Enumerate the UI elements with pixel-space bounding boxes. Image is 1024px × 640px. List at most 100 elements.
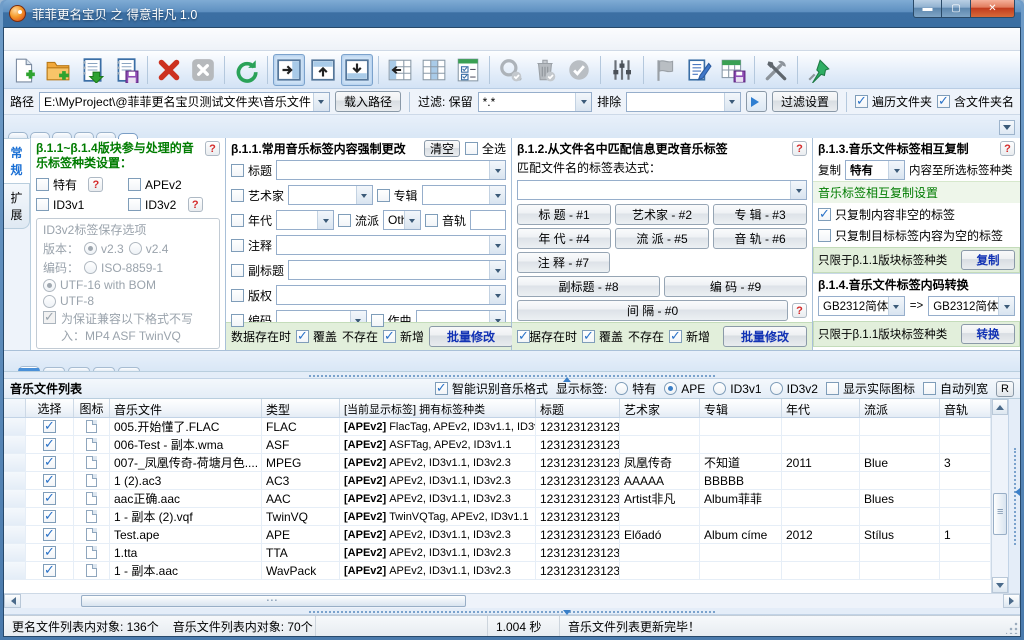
- minimize-button[interactable]: ▬: [913, 0, 942, 18]
- row-checkbox[interactable]: [43, 492, 56, 505]
- tag-comment-button[interactable]: 注 释 - #7: [517, 252, 610, 273]
- header-genre[interactable]: 流派: [860, 399, 940, 417]
- scroll-down-icon[interactable]: [992, 577, 1008, 593]
- header-year[interactable]: 年代: [782, 399, 860, 417]
- sub-tab[interactable]: [118, 367, 140, 371]
- horizontal-splitter[interactable]: [4, 372, 1020, 379]
- menu-item[interactable]: [116, 36, 134, 42]
- table-row[interactable]: 1 - 副本 (2).vqf TwinVQ [APEv2]TwinVQTag, …: [4, 508, 991, 526]
- select-all-checkbox[interactable]: 全选: [465, 140, 506, 157]
- tag-album-button[interactable]: 专 辑 - #3: [713, 204, 807, 225]
- encoding-to-combo[interactable]: GB2312简体: [928, 296, 1015, 316]
- year-checkbox[interactable]: [231, 214, 244, 227]
- batch-modify-button[interactable]: 批量修改: [723, 326, 807, 347]
- apply-filter-button[interactable]: [746, 91, 767, 112]
- tab-general[interactable]: 常规: [4, 138, 30, 184]
- sub-tab[interactable]: [68, 367, 90, 371]
- convert-button[interactable]: 转换: [961, 324, 1015, 344]
- dock-down-button[interactable]: [341, 54, 373, 86]
- encoding-from-combo[interactable]: GB2312简体: [818, 296, 905, 316]
- tab-overflow-button[interactable]: [999, 120, 1015, 135]
- show-tag-radio[interactable]: ID3v1: [713, 380, 761, 397]
- tools-button[interactable]: [760, 54, 792, 86]
- expression-combo[interactable]: [517, 180, 807, 200]
- row-checkbox[interactable]: [43, 564, 56, 577]
- import-list-button[interactable]: [76, 54, 108, 86]
- menu-item[interactable]: [44, 36, 62, 42]
- filter-settings-button[interactable]: 过滤设置: [772, 91, 838, 112]
- vertical-splitter[interactable]: [1008, 399, 1020, 593]
- horizontal-scrollbar[interactable]: [4, 593, 1020, 608]
- save-table-button[interactable]: [717, 54, 749, 86]
- header-track[interactable]: 音轨: [940, 399, 991, 417]
- tag-track-button[interactable]: 音 轨 - #6: [713, 228, 807, 249]
- clear-button[interactable]: 清空: [424, 140, 460, 157]
- sub-tab[interactable]: [93, 367, 115, 371]
- subtitle-combo[interactable]: [288, 260, 506, 280]
- header-type[interactable]: 类型: [262, 399, 340, 417]
- comment-checkbox[interactable]: [231, 239, 244, 252]
- main-tab[interactable]: [96, 132, 116, 138]
- help-icon[interactable]: ?: [188, 197, 203, 212]
- table-row[interactable]: 1 (2).ac3 AC3 [APEv2]APEv2, ID3v1.1, ID3…: [4, 472, 991, 490]
- tab-extended[interactable]: 扩展: [4, 183, 30, 229]
- album-checkbox[interactable]: [377, 189, 390, 202]
- vertical-scroll-thumb[interactable]: [993, 493, 1007, 535]
- help-icon[interactable]: ?: [792, 141, 807, 156]
- menu-item[interactable]: [98, 36, 116, 42]
- edit-list-button[interactable]: [683, 54, 715, 86]
- header-select[interactable]: 选择: [26, 399, 74, 417]
- column-middle-button[interactable]: [418, 54, 450, 86]
- genre-combo[interactable]: Other: [383, 210, 421, 230]
- table-row[interactable]: 006-Test - 副本.wma ASF [APEv2]ASFTag, APE…: [4, 436, 991, 454]
- tag-separator-button[interactable]: 间 隔 - #0: [517, 300, 788, 321]
- header-icon[interactable]: 图标: [74, 399, 110, 417]
- header-artist[interactable]: 艺术家: [620, 399, 700, 417]
- copy-source-combo[interactable]: 特有: [845, 160, 905, 180]
- chevron-down-icon[interactable]: [313, 93, 329, 111]
- row-checkbox[interactable]: [43, 546, 56, 559]
- main-tab[interactable]: [30, 132, 50, 138]
- main-tab[interactable]: [74, 132, 94, 138]
- load-path-button[interactable]: 载入路径: [335, 91, 401, 112]
- save-list-button[interactable]: [110, 54, 142, 86]
- copyright-combo[interactable]: [276, 285, 506, 305]
- chevron-down-icon[interactable]: [724, 93, 740, 111]
- tag-encoder-button[interactable]: 编 码 - #9: [664, 276, 807, 297]
- refresh-columns-button[interactable]: R: [996, 381, 1014, 397]
- copy-nonempty-checkbox[interactable]: 只复制内容非空的标签: [818, 206, 1015, 223]
- refresh-button[interactable]: [230, 54, 262, 86]
- scroll-up-icon[interactable]: [992, 399, 1008, 415]
- close-button[interactable]: ✕: [970, 0, 1015, 18]
- vertical-scrollbar[interactable]: [991, 399, 1008, 593]
- bottom-splitter[interactable]: [4, 608, 1020, 615]
- menu-item[interactable]: [62, 36, 80, 42]
- main-tab[interactable]: [118, 133, 138, 139]
- overwrite-checkbox[interactable]: 覆盖: [582, 328, 623, 345]
- track-combo[interactable]: [470, 210, 506, 230]
- help-icon[interactable]: ?: [792, 303, 807, 318]
- title-bar[interactable]: 菲菲更名宝贝 之 得意非凡 1.0 ▬ ▢ ✕: [3, 0, 1021, 27]
- id3v1-checkbox[interactable]: ID3v1: [36, 197, 128, 212]
- include-folder-name-checkbox[interactable]: 含文件夹名: [937, 93, 1014, 110]
- apev2-checkbox[interactable]: APEv2: [128, 176, 220, 193]
- tag-genre-button[interactable]: 流 派 - #5: [615, 228, 709, 249]
- menu-item[interactable]: [80, 36, 98, 42]
- maximize-button[interactable]: ▢: [942, 0, 970, 18]
- main-tab[interactable]: [52, 132, 72, 138]
- help-icon[interactable]: ?: [1000, 141, 1015, 156]
- header-title[interactable]: 标题: [536, 399, 620, 417]
- artist-combo[interactable]: [288, 185, 372, 205]
- batch-modify-button[interactable]: 批量修改: [429, 326, 513, 347]
- pin-button[interactable]: [803, 54, 835, 86]
- header-album[interactable]: 专辑: [700, 399, 782, 417]
- comment-combo[interactable]: [276, 235, 506, 255]
- album-combo[interactable]: [422, 185, 506, 205]
- table-row[interactable]: 005.开始懂了.FLAC FLAC [APEv2]FlacTag, APEv2…: [4, 418, 991, 436]
- header-selector[interactable]: [4, 399, 26, 417]
- real-icon-checkbox[interactable]: 显示实际图标: [826, 380, 915, 397]
- title-combo[interactable]: [276, 160, 506, 180]
- row-checkbox[interactable]: [43, 420, 56, 433]
- traverse-folders-checkbox[interactable]: 遍历文件夹: [855, 93, 932, 110]
- show-tag-radio[interactable]: ID3v2: [770, 380, 818, 397]
